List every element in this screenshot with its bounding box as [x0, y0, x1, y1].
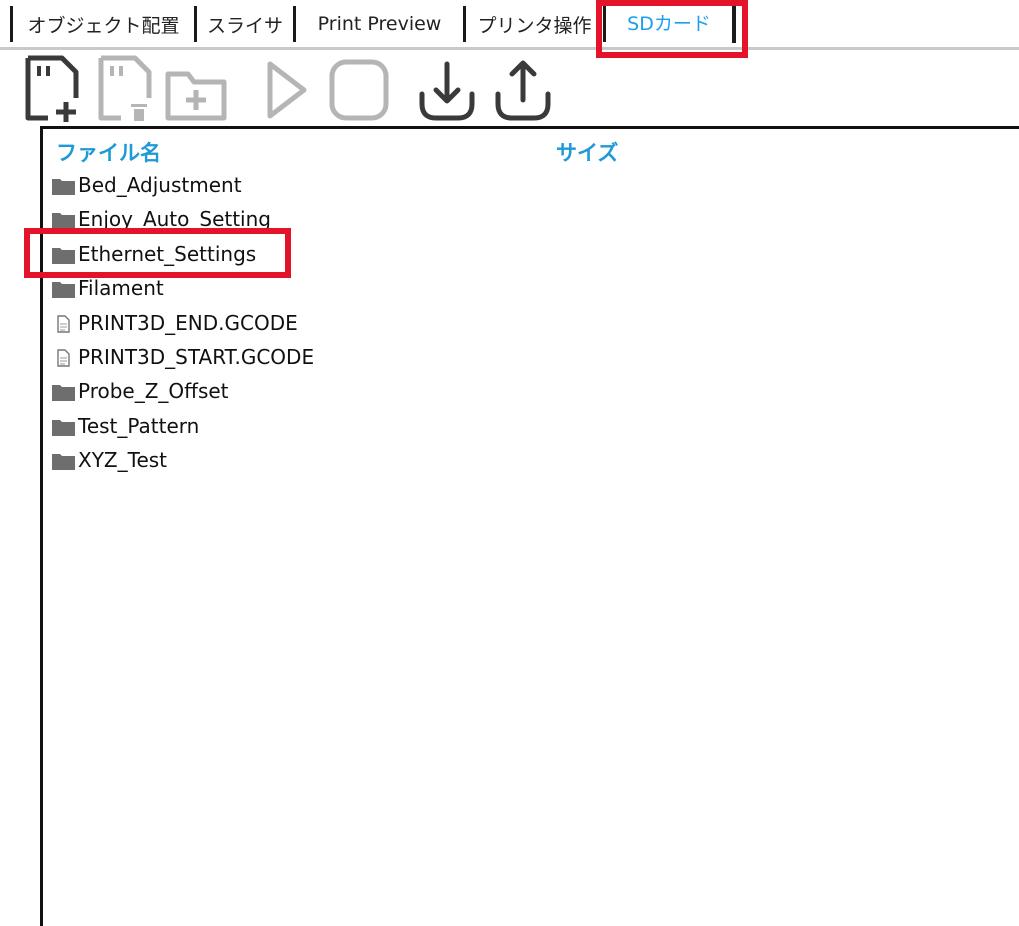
file-name: Probe_Z_Offset [78, 379, 229, 404]
tab-label: SDカード [627, 12, 711, 35]
file-list-item[interactable]: Enjoy_Auto_Setting [52, 204, 271, 234]
file-list-item[interactable]: Test_Pattern [52, 411, 199, 441]
tab-print-preview[interactable]: Print Preview [296, 6, 466, 42]
stop-button [326, 54, 392, 126]
file-name: Bed_Adjustment [78, 173, 242, 197]
upload-icon [495, 60, 551, 121]
folder-icon [52, 451, 75, 471]
file-name: Enjoy_Auto_Setting [78, 207, 271, 232]
tab-label: スライサ [206, 14, 283, 37]
new-folder-icon [165, 71, 227, 121]
tab-label: Print Preview [317, 13, 442, 35]
file-name: Test_Pattern [78, 413, 200, 438]
delete-file-icon [98, 55, 152, 121]
tab-label: オブジェクト配置 [27, 14, 180, 37]
file-list-item[interactable]: PRINT3D_END.GCODE [52, 308, 298, 338]
folder-icon [52, 382, 75, 402]
file-list-item[interactable]: Filament [52, 273, 164, 303]
column-header-size[interactable]: サイズ [556, 137, 618, 167]
tab-label: プリンタ操作 [477, 14, 592, 37]
tab-printer-control[interactable]: プリンタ操作 [466, 6, 606, 42]
new-file-icon [25, 55, 79, 122]
new-folder-button [162, 54, 230, 126]
folder-icon [52, 210, 75, 230]
tab-sd-card[interactable]: SDカード [606, 1, 736, 43]
file-name: XYZ_Test [78, 448, 168, 473]
column-header-filename[interactable]: ファイル名 [56, 137, 161, 167]
download-button[interactable] [414, 54, 480, 126]
file-list-item[interactable]: XYZ_Test [52, 445, 167, 475]
folder-icon [52, 279, 75, 299]
file-name: Filament [78, 276, 164, 301]
file-icon [52, 348, 75, 367]
file-name: PRINT3D_END.GCODE [78, 310, 298, 335]
stop-icon [329, 59, 389, 121]
file-list-item[interactable]: Ethernet_Settings [52, 239, 256, 269]
new-file-button[interactable] [22, 54, 82, 126]
file-list-item[interactable]: Bed_Adjustment [52, 170, 242, 200]
tab-slicer[interactable]: スライサ [197, 6, 296, 42]
tab-bar: オブジェクト配置 スライサ Print Preview プリンタ操作 SDカード [0, 0, 1019, 50]
play-button [262, 54, 312, 126]
upload-button[interactable] [490, 54, 556, 126]
file-name: PRINT3D_START.GCODE [78, 345, 315, 369]
delete-file-button [95, 54, 155, 126]
file-icon [52, 314, 75, 333]
file-list-item[interactable]: PRINT3D_START.GCODE [52, 342, 314, 372]
download-icon [419, 61, 475, 121]
file-name: Ethernet_Settings [78, 241, 257, 266]
folder-icon [52, 245, 75, 264]
tab-object-placement[interactable]: オブジェクト配置 [10, 6, 197, 42]
play-icon [267, 61, 307, 119]
file-list-item[interactable]: Probe_Z_Offset [52, 376, 229, 406]
folder-icon [52, 176, 75, 195]
folder-icon [52, 417, 75, 436]
